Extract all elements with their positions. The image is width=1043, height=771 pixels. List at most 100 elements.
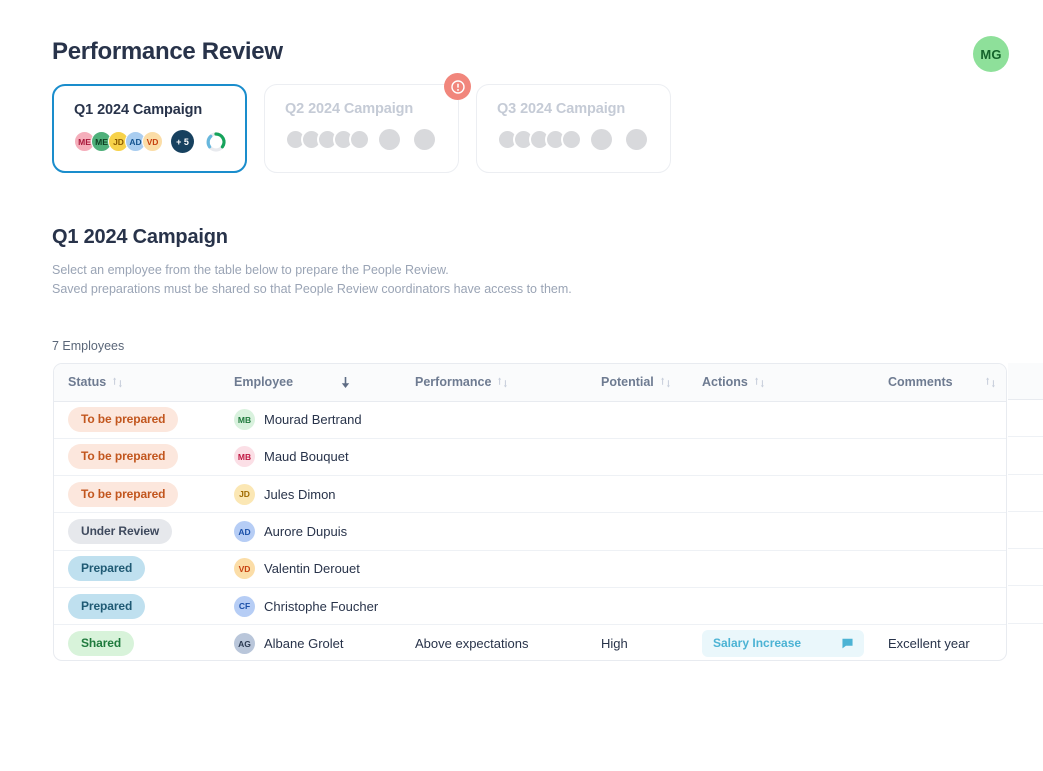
progress-ring-placeholder xyxy=(626,129,647,150)
description-line-2: Saved preparations must be shared so tha… xyxy=(52,282,572,296)
campaign-card-members-placeholder xyxy=(497,129,652,150)
table-header-row: Status Employee Performance Potential Ac… xyxy=(54,364,1006,402)
section-description: Select an employee from the table below … xyxy=(52,261,572,299)
cell-actions: Salary Increase xyxy=(688,625,874,660)
avatar: CF xyxy=(234,595,255,617)
sort-icon[interactable] xyxy=(112,376,123,389)
cell-potential: High xyxy=(601,636,628,652)
avatar: VD xyxy=(142,131,163,152)
column-header-employee[interactable]: Employee xyxy=(220,364,401,402)
avatar-placeholder-stack xyxy=(497,129,582,150)
overflow-row xyxy=(1008,437,1043,475)
avatar[interactable]: MG xyxy=(973,36,1009,72)
avatar: AG xyxy=(234,633,255,655)
cell-performance xyxy=(401,475,587,514)
cell-employee: MB Maud Bouquet xyxy=(220,438,401,477)
avatar: MB xyxy=(234,409,255,431)
campaign-card-q1[interactable]: Q1 2024 Campaign ME ME JD AD VD + 5 xyxy=(52,84,247,173)
sort-icon[interactable] xyxy=(754,376,765,389)
column-header-potential[interactable]: Potential xyxy=(587,364,688,402)
status-badge: To be prepared xyxy=(68,407,179,433)
description-line-1: Select an employee from the table below … xyxy=(52,263,449,277)
sort-desc-arrow-icon[interactable] xyxy=(339,375,352,390)
comment-flag-icon[interactable] xyxy=(842,638,853,649)
cell-comments xyxy=(874,512,1006,551)
cell-performance xyxy=(401,438,587,477)
cell-status: Under Review xyxy=(54,512,220,551)
table-row[interactable]: To be prepared JD Jules Dimon xyxy=(54,475,1006,514)
status-badge: To be prepared xyxy=(68,444,179,470)
table-body: To be prepared MB Mourad Bertrand To be p… xyxy=(54,401,1006,660)
cell-potential xyxy=(587,550,688,588)
cell-comments xyxy=(874,587,1006,626)
cell-performance xyxy=(401,401,587,439)
column-header-label: Potential xyxy=(601,375,654,390)
employee-name: Valentin Derouet xyxy=(264,561,360,577)
avatar-overflow-placeholder xyxy=(379,129,400,150)
status-badge: Prepared xyxy=(68,593,146,619)
column-header-performance[interactable]: Performance xyxy=(401,364,587,402)
table-row[interactable]: Shared AG Albane Grolet Above expectation… xyxy=(54,625,1006,660)
cell-employee: CF Christophe Foucher xyxy=(220,587,401,626)
overflow-row xyxy=(1008,549,1043,587)
avatar-placeholder xyxy=(561,129,582,150)
employee-table: Status Employee Performance Potential Ac… xyxy=(53,363,1007,661)
avatar-placeholder-stack xyxy=(285,129,370,150)
avatar-overflow-count[interactable]: + 5 xyxy=(171,130,194,153)
alert-exclamation-icon xyxy=(444,73,471,100)
cell-status: Shared xyxy=(54,625,220,660)
cell-actions xyxy=(688,587,874,626)
column-header-label: Comments xyxy=(888,375,953,390)
section-title: Q1 2024 Campaign xyxy=(52,226,228,248)
cell-employee: JD Jules Dimon xyxy=(220,475,401,514)
sort-icon[interactable] xyxy=(497,376,508,389)
column-header-comments[interactable]: Comments xyxy=(874,364,1006,402)
avatar-stack: ME ME JD AD VD xyxy=(74,131,163,152)
cell-performance xyxy=(401,587,587,626)
column-header-label: Status xyxy=(68,375,107,390)
cell-potential xyxy=(587,475,688,514)
cell-comments xyxy=(874,550,1006,588)
campaign-card-title: Q2 2024 Campaign xyxy=(285,101,414,117)
sort-icon[interactable] xyxy=(985,376,996,389)
overflow-header xyxy=(1008,363,1043,400)
cell-performance: Above expectations xyxy=(415,636,529,652)
table-row[interactable]: Prepared VD Valentin Derouet xyxy=(54,550,1006,588)
column-header-status[interactable]: Status xyxy=(54,364,220,402)
cell-actions xyxy=(688,438,874,477)
avatar: VD xyxy=(234,558,255,580)
employee-name: Albane Grolet xyxy=(264,636,344,652)
avatar-placeholder xyxy=(349,129,370,150)
table-row[interactable]: Under Review AD Aurore Dupuis xyxy=(54,512,1006,551)
cell-employee: AD Aurore Dupuis xyxy=(220,512,401,551)
cell-performance xyxy=(401,512,587,551)
cell-status: Prepared xyxy=(54,550,220,588)
employee-name: Mourad Bertrand xyxy=(264,412,362,428)
table-row[interactable]: To be prepared MB Mourad Bertrand xyxy=(54,401,1006,439)
cell-status: To be prepared xyxy=(54,475,220,514)
table-row[interactable]: To be prepared MB Maud Bouquet xyxy=(54,438,1006,477)
cell-comments xyxy=(874,401,1006,439)
avatar-overflow-placeholder xyxy=(591,129,612,150)
overflow-row xyxy=(1008,624,1043,661)
sort-icon[interactable] xyxy=(660,376,671,389)
table-overflow-column xyxy=(1008,363,1043,661)
page-title: Performance Review xyxy=(52,38,283,65)
column-header-label: Performance xyxy=(415,375,492,390)
action-chip[interactable]: Salary Increase xyxy=(702,630,864,658)
cell-status: Prepared xyxy=(54,587,220,626)
column-header-label: Actions xyxy=(702,375,748,390)
campaign-card-q3[interactable]: Q3 2024 Campaign xyxy=(476,84,671,173)
action-chip-label: Salary Increase xyxy=(713,636,802,651)
campaign-card-members-placeholder xyxy=(285,129,440,150)
status-badge: To be prepared xyxy=(68,481,179,507)
cell-potential xyxy=(587,438,688,477)
avatar: JD xyxy=(234,483,255,505)
campaign-card-q2[interactable]: Q2 2024 Campaign xyxy=(264,73,471,173)
cell-employee: AG Albane Grolet xyxy=(220,625,401,660)
cell-comments: Excellent year xyxy=(888,636,970,652)
column-header-actions[interactable]: Actions xyxy=(688,364,874,402)
overflow-row xyxy=(1008,400,1043,438)
cell-actions xyxy=(688,512,874,551)
table-row[interactable]: Prepared CF Christophe Foucher xyxy=(54,587,1006,626)
